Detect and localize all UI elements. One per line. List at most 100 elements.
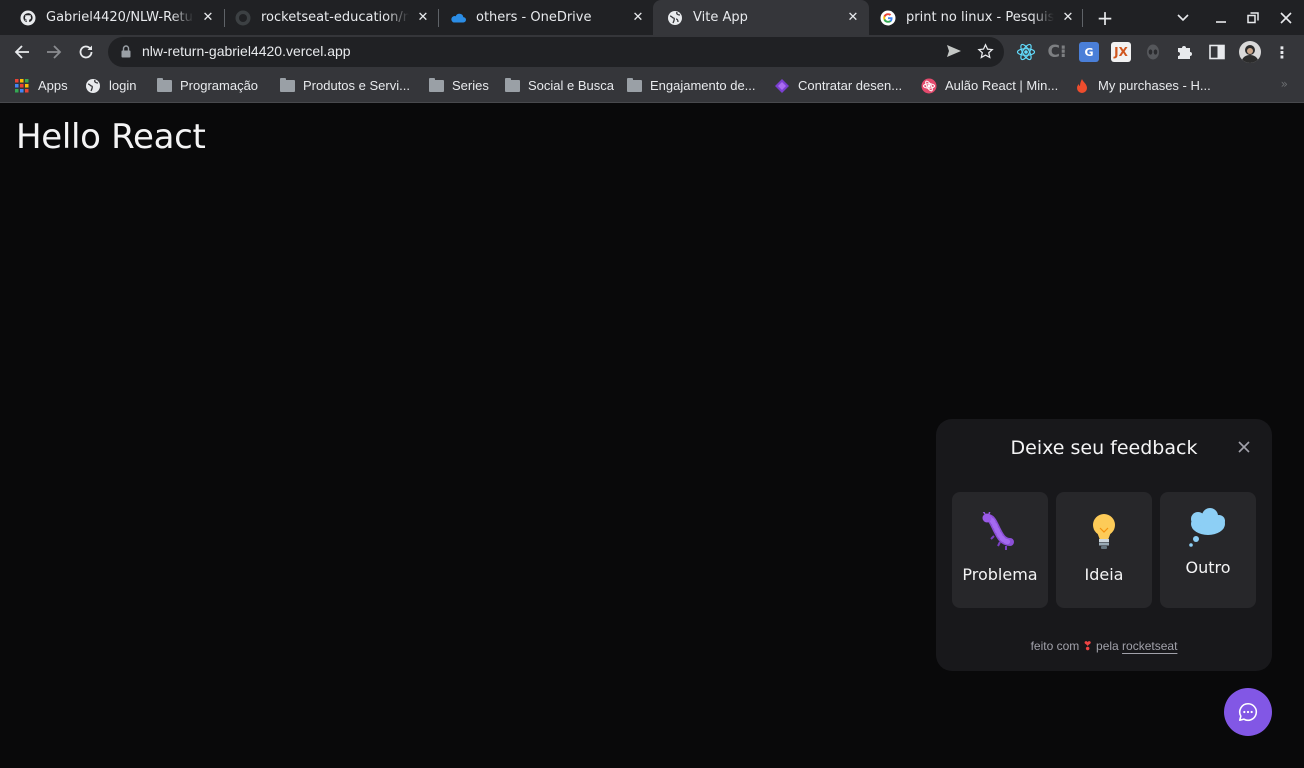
close-tab-icon[interactable]: ✕ xyxy=(845,10,861,26)
heart-icon: ❣ xyxy=(1082,639,1093,653)
option-label: Outro xyxy=(1185,558,1231,577)
tab-strip: Gabriel4420/NLW-Return ✕ rocketseat-educ… xyxy=(0,0,1304,35)
github-icon xyxy=(20,10,36,26)
url-text[interactable]: nlw-return-gabriel4420.vercel.app xyxy=(142,43,351,59)
onedrive-icon xyxy=(450,10,466,26)
tab-rocketseat-education[interactable]: rocketseat-education/nlw ✕ xyxy=(221,0,439,35)
bookmark-programacao[interactable]: Programação xyxy=(156,69,258,102)
reload-icon xyxy=(79,45,93,59)
bookmark-label: My purchases - H... xyxy=(1098,78,1211,93)
bookmark-login[interactable]: login xyxy=(85,69,136,102)
lock-icon[interactable] xyxy=(121,45,131,58)
bookmark-label: Produtos e Servi... xyxy=(303,78,410,93)
minimize-icon xyxy=(1216,20,1226,23)
google-icon xyxy=(880,10,896,26)
github-icon xyxy=(235,10,251,26)
tab-onedrive[interactable]: others - OneDrive ✕ xyxy=(436,0,654,35)
tab-search-button[interactable] xyxy=(1166,0,1200,35)
react-site-icon xyxy=(921,78,937,94)
widget-title: Deixe seu feedback xyxy=(1010,437,1198,459)
footer-prefix: feito com xyxy=(1030,639,1080,653)
restore-icon xyxy=(1247,11,1259,23)
new-tab-button[interactable]: + xyxy=(1088,0,1122,35)
star-icon[interactable] xyxy=(977,43,994,60)
flame-icon xyxy=(1074,78,1090,94)
widget-footer: feito com ❣ pela rocketseat xyxy=(936,639,1272,653)
avatar[interactable] xyxy=(1239,41,1261,63)
feedback-option-problema[interactable]: Problema xyxy=(952,492,1048,608)
bookmark-produtos[interactable]: Produtos e Servi... xyxy=(279,69,410,102)
footer-middle: pela xyxy=(1096,639,1119,653)
sidepanel-icon[interactable] xyxy=(1207,42,1227,62)
close-window-button[interactable] xyxy=(1269,0,1303,35)
folder-icon xyxy=(279,77,295,94)
close-icon[interactable] xyxy=(1236,439,1252,455)
bookmark-label: login xyxy=(109,78,137,93)
bookmark-social[interactable]: Social e Busca xyxy=(504,69,614,102)
bookmark-series[interactable]: Series xyxy=(428,69,489,102)
arrow-left-icon xyxy=(14,45,29,59)
folder-icon xyxy=(504,77,520,94)
bookmark-label: Contratar desen... xyxy=(798,78,903,93)
close-icon xyxy=(1280,11,1292,24)
bookmark-engajamento[interactable]: Engajamento de... xyxy=(626,69,756,102)
tab-title: Gabriel4420/NLW-Return xyxy=(46,10,194,25)
feedback-widget: Deixe seu feedback Problema Ideia Outro … xyxy=(936,419,1272,671)
minimize-button[interactable] xyxy=(1204,0,1238,35)
folder-icon xyxy=(626,77,642,94)
alien-icon[interactable] xyxy=(1143,42,1163,62)
lightbulb-icon xyxy=(1093,514,1115,549)
chevron-down-icon xyxy=(1177,13,1189,21)
translate-icon[interactable]: G xyxy=(1079,42,1099,62)
more-vert-icon[interactable]: ⋮ xyxy=(1272,42,1292,62)
reload-button[interactable] xyxy=(71,37,101,67)
option-label: Ideia xyxy=(1084,565,1124,584)
close-tab-icon[interactable]: ✕ xyxy=(415,10,431,26)
send-icon[interactable] xyxy=(946,44,962,58)
rocketseat-link[interactable]: rocketseat xyxy=(1122,639,1177,653)
tab-title: others - OneDrive xyxy=(476,10,592,25)
bookmarks-overflow-button[interactable]: » xyxy=(1281,77,1288,91)
feedback-option-outro[interactable]: Outro xyxy=(1160,492,1256,608)
feedback-option-ideia[interactable]: Ideia xyxy=(1056,492,1152,608)
bookmark-aulao-react[interactable]: Aulão React | Min... xyxy=(921,69,1058,102)
react-devtools-icon[interactable] xyxy=(1016,42,1036,62)
tab-vite-app[interactable]: Vite App ✕ xyxy=(653,0,869,35)
close-tab-icon[interactable]: ✕ xyxy=(630,10,646,26)
jx-icon[interactable]: JX xyxy=(1111,42,1131,62)
close-tab-icon[interactable]: ✕ xyxy=(1060,10,1076,26)
forward-button[interactable] xyxy=(39,37,69,67)
page-content: Hello React Deixe seu feedback Problema xyxy=(0,104,1304,768)
address-bar[interactable]: nlw-return-gabriel4420.vercel.app xyxy=(108,37,1004,67)
restore-button[interactable] xyxy=(1236,0,1270,35)
puzzle-icon[interactable] xyxy=(1175,42,1195,62)
bookmark-label: Apps xyxy=(38,78,68,93)
globe-icon xyxy=(85,78,101,94)
thought-cloud-icon xyxy=(1189,508,1225,547)
apps-grid-icon xyxy=(14,78,30,94)
folder-icon xyxy=(156,77,172,94)
feedback-toggle-button[interactable] xyxy=(1224,688,1272,736)
option-label: Problema xyxy=(962,565,1038,584)
bookmarks-bar: Apps login Programação Produtos e Servi.… xyxy=(0,69,1304,103)
bookmark-label: Aulão React | Min... xyxy=(945,78,1059,93)
tab-gabriel-nlw-return[interactable]: Gabriel4420/NLW-Return ✕ xyxy=(6,0,224,35)
gem-icon xyxy=(774,78,790,94)
tab-google-search[interactable]: print no linux - Pesquisa G ✕ xyxy=(866,0,1084,35)
tab-title: rocketseat-education/nlw xyxy=(261,10,409,25)
bookmark-apps[interactable]: Apps xyxy=(14,69,68,102)
arrow-right-icon xyxy=(47,45,62,59)
folder-icon xyxy=(428,77,444,94)
tab-divider xyxy=(1082,9,1083,27)
tab-title: Vite App xyxy=(693,10,748,25)
chat-icon xyxy=(1238,702,1258,722)
bookmark-label: Social e Busca xyxy=(528,78,614,93)
bookmark-contratar[interactable]: Contratar desen... xyxy=(774,69,902,102)
bookmark-my-purchases[interactable]: My purchases - H... xyxy=(1074,69,1211,102)
close-tab-icon[interactable]: ✕ xyxy=(200,10,216,26)
c-extension-icon[interactable]: C⁝ xyxy=(1047,42,1067,62)
bookmark-label: Engajamento de... xyxy=(650,78,756,93)
browser-toolbar: nlw-return-gabriel4420.vercel.app C⁝ G J… xyxy=(0,35,1304,69)
back-button[interactable] xyxy=(7,37,37,67)
bug-icon xyxy=(982,512,1014,550)
